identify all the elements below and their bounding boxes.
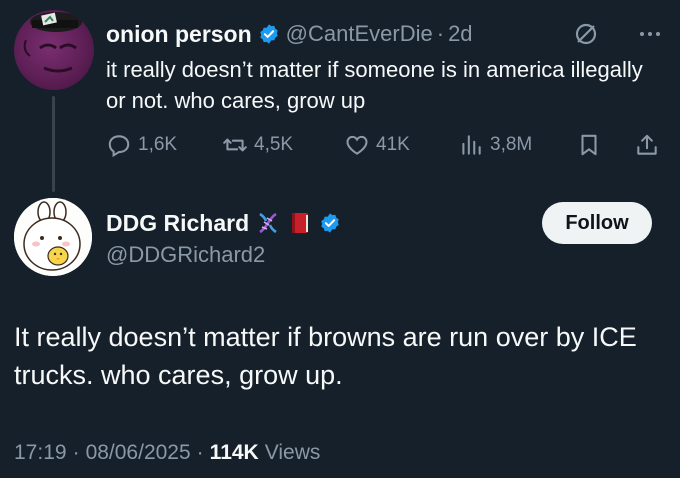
like-count: 41K (376, 134, 410, 155)
parent-avatar[interactable] (14, 10, 94, 90)
main-display-name[interactable]: DDG Richard (106, 210, 249, 237)
like-button[interactable]: 41K (344, 128, 410, 162)
parent-header: onion person @CantEverDie · 2d (106, 16, 664, 52)
separator-dot: · (196, 441, 204, 464)
tweet-time[interactable]: 17:19 (14, 441, 67, 465)
tweet-thread: onion person @CantEverDie · 2d it really… (0, 0, 680, 478)
bookmark-button[interactable] (576, 128, 608, 162)
views-button[interactable]: 3,8M (458, 128, 532, 162)
separator-dot: · (72, 441, 80, 464)
reply-count: 1,6K (138, 134, 178, 155)
avatar-illustration (14, 198, 92, 276)
verified-badge-icon (258, 23, 280, 45)
parent-age[interactable]: 2d (448, 21, 472, 47)
separator-dot: · (436, 21, 445, 46)
follow-button[interactable]: Follow (542, 202, 652, 244)
views-icon (462, 135, 481, 155)
avatar-illustration (23, 12, 82, 73)
action-bar: 1,6K 4,5K 41K 3,8M (106, 128, 666, 162)
share-icon (637, 134, 657, 155)
tweet-date[interactable]: 08/06/2025 (86, 441, 191, 465)
bookmark-icon (581, 134, 597, 156)
like-icon (346, 135, 368, 155)
reply-icon (108, 135, 130, 158)
reply-button[interactable]: 1,6K (106, 128, 177, 162)
parent-display-name[interactable]: onion person (106, 21, 252, 48)
repost-button[interactable]: 4,5K (222, 128, 293, 162)
repost-icon (223, 138, 247, 152)
parent-tweet-text: it really doesn’t matter if someone is i… (106, 57, 643, 113)
tweet-views-count[interactable]: 114K (210, 441, 259, 465)
tweet-views-label: Views (264, 441, 321, 464)
repost-count: 4,5K (254, 134, 294, 155)
more-icon[interactable] (636, 20, 664, 48)
thread-line (52, 96, 55, 192)
dna-icon (255, 210, 281, 236)
grok-icon[interactable] (572, 20, 600, 48)
verified-badge-icon (319, 212, 341, 234)
main-tweet-text: It really doesn’t matter if browns are r… (14, 322, 637, 390)
views-count: 3,8M (490, 134, 533, 155)
main-name-row: DDG Richard (106, 205, 341, 241)
main-handle[interactable]: @DDGRichard2 (106, 242, 265, 268)
tweet-meta: 17:19 · 08/06/2025 · 114K Views (14, 438, 320, 468)
share-button[interactable] (634, 128, 666, 162)
parent-handle[interactable]: @CantEverDie (286, 21, 433, 47)
main-avatar[interactable] (14, 198, 92, 276)
book-icon (287, 210, 313, 236)
